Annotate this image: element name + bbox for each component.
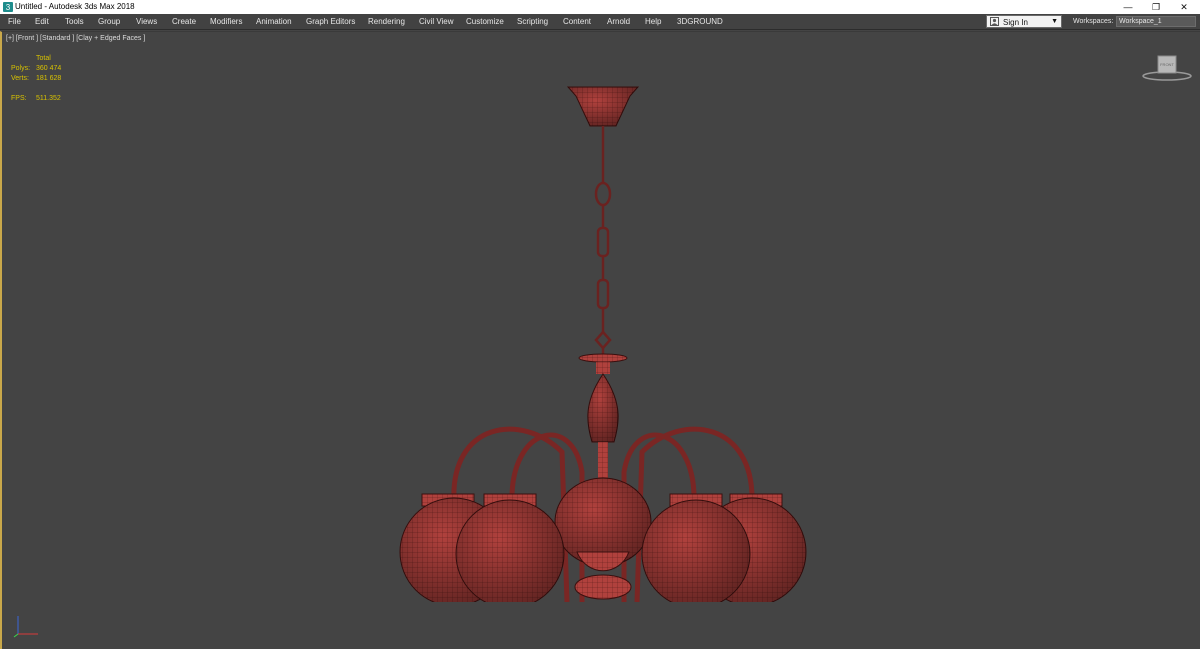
verts-value: 181 628 [36,75,62,82]
sign-in-dropdown[interactable]: Sign In ▼ [986,15,1062,28]
axis-tripod-icon [13,616,38,638]
chandelier-model[interactable] [392,82,812,602]
workspaces-label: Workspaces: [1073,18,1114,25]
menu-3dground[interactable]: 3DGROUND [677,14,723,29]
menu-tools[interactable]: Tools [65,14,84,29]
menu-group[interactable]: Group [98,14,120,29]
menu-views[interactable]: Views [136,14,157,29]
menu-content[interactable]: Content [563,14,591,29]
maximize-button[interactable]: ❐ [1142,0,1170,14]
window-title: Untitled - Autodesk 3ds Max 2018 [15,2,135,11]
menu-create[interactable]: Create [172,14,196,29]
viewcube[interactable]: FRONT [1140,52,1194,82]
center-stem [578,353,628,482]
svg-text:3: 3 [6,3,11,12]
menu-civil-view[interactable]: Civil View [419,14,454,29]
front-viewport[interactable]: [+] [Front ] [Standard ] [Clay + Edged F… [0,31,1200,649]
ceiling-canopy [566,86,640,127]
title-bar: 3 Untitled - Autodesk 3ds Max 2018 — ❐ ✕ [0,0,1200,14]
minimize-button[interactable]: — [1114,0,1142,14]
menu-scripting[interactable]: Scripting [517,14,548,29]
statistics-overlay: Total Polys: 360 474 Verts: 181 628 FPS: 51… [11,54,91,104]
menu-help[interactable]: Help [645,14,661,29]
workspace-dropdown[interactable]: Workspace_1 [1116,16,1196,27]
polys-label: Polys: [11,65,31,72]
user-icon [990,17,999,26]
polys-value: 360 474 [36,65,62,72]
viewport-label[interactable]: [+] [Front ] [Standard ] [Clay + Edged F… [6,35,145,42]
stats-header: Total [36,55,51,62]
menu-arnold[interactable]: Arnold [607,14,630,29]
menu-file[interactable]: File [8,14,21,29]
menu-bar: File Edit Tools Group Views Create Modifiers An… [0,14,1200,30]
menu-graph-editors[interactable]: Graph Editors [306,14,355,29]
fps-value: 511.352 [36,95,61,102]
viewcube-label: FRONT [1160,62,1174,67]
verts-label: Verts: [11,75,29,82]
fps-label: FPS: [11,95,27,102]
3ds-max-app-icon: 3 [3,2,13,12]
menu-customize[interactable]: Customize [466,14,504,29]
close-button[interactable]: ✕ [1170,0,1198,14]
chain [594,126,612,354]
chevron-down-icon: ▼ [1051,18,1058,25]
sign-in-label: Sign In [1003,18,1028,27]
menu-animation[interactable]: Animation [256,14,292,29]
menu-rendering[interactable]: Rendering [368,14,405,29]
menu-edit[interactable]: Edit [35,14,49,29]
menu-modifiers[interactable]: Modifiers [210,14,242,29]
